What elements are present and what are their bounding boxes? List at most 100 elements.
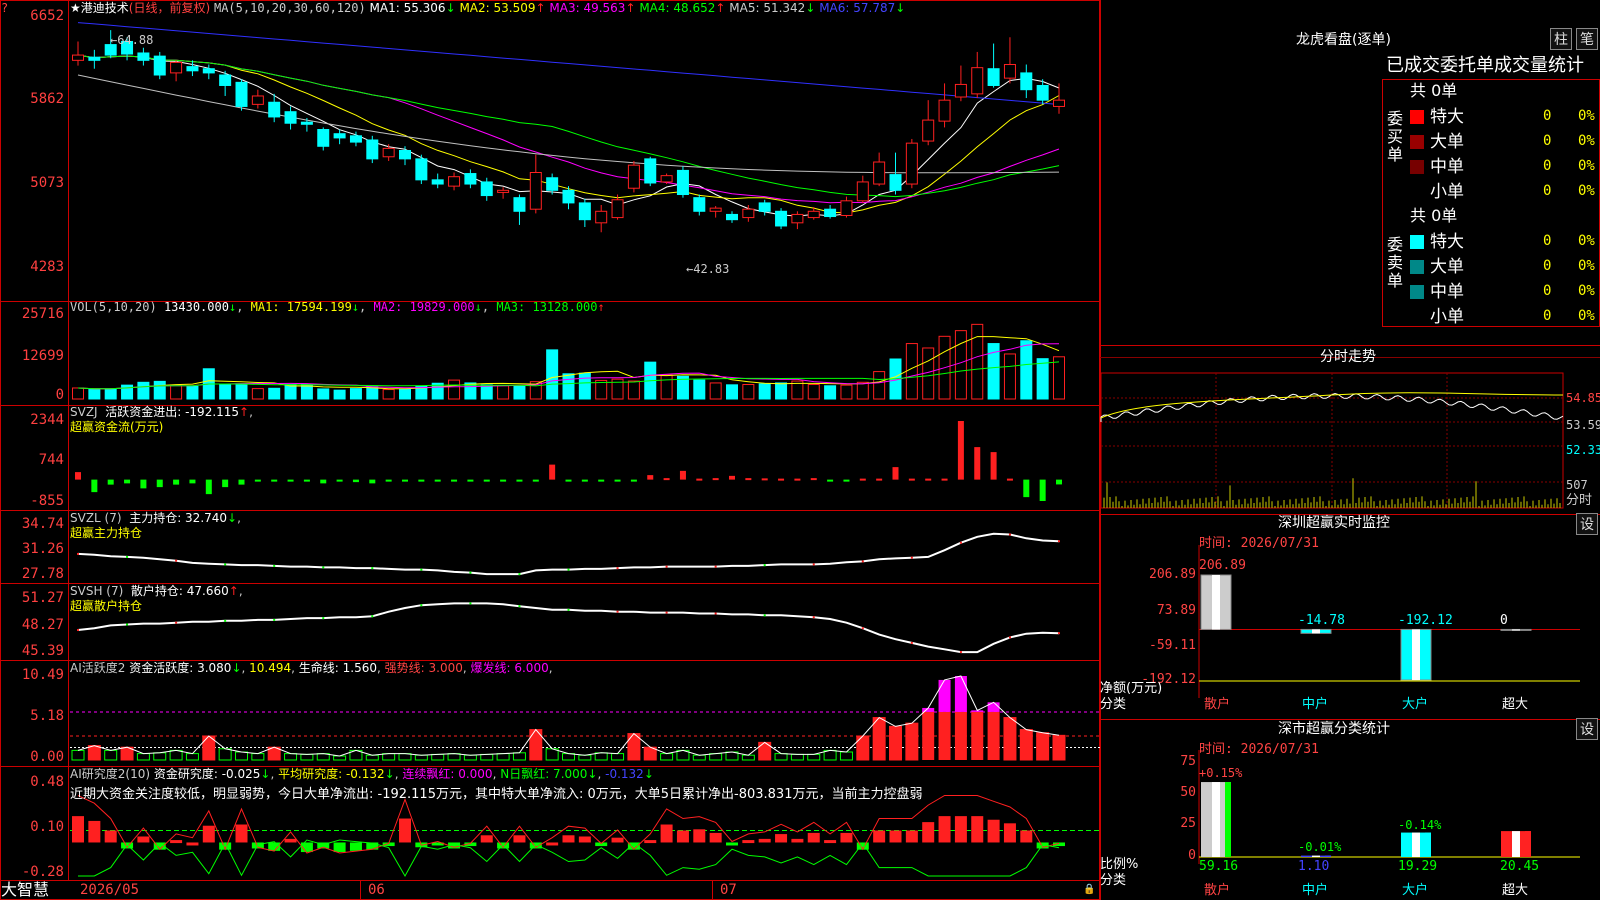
vol-tick-1: 25716 bbox=[21, 306, 64, 322]
activity-bar bbox=[153, 752, 167, 761]
research-bar bbox=[137, 836, 150, 843]
classify-xlabel: 分类 bbox=[1100, 873, 1127, 888]
svzl-line-dot bbox=[567, 568, 570, 571]
activity-bar bbox=[1052, 734, 1066, 761]
dragon-tabs[interactable]: 已成交委托单成交量统计 bbox=[1386, 56, 1584, 76]
volume-bar bbox=[726, 384, 738, 400]
svsh-line-dot bbox=[469, 602, 472, 605]
svsh-line-dot bbox=[1008, 636, 1011, 639]
svzl-line-dot bbox=[126, 555, 129, 558]
monitor-value-1: 206.89 bbox=[1199, 558, 1246, 573]
research-bar bbox=[235, 824, 248, 843]
stock-name[interactable]: ★港迪技术 bbox=[70, 1, 129, 15]
volume-bar bbox=[170, 384, 183, 400]
candle-body bbox=[644, 158, 657, 184]
svsh-tick-2: 48.27 bbox=[21, 617, 64, 633]
candle-body bbox=[840, 200, 853, 216]
svzl-line-dot bbox=[1008, 533, 1011, 536]
svzj-bar bbox=[451, 479, 458, 482]
svzj-bar bbox=[630, 479, 637, 482]
research-bar bbox=[954, 816, 967, 843]
row-count: 0 bbox=[1543, 308, 1552, 324]
row-count: 0 bbox=[1543, 133, 1552, 149]
candle-body bbox=[431, 179, 444, 185]
monitor-ylabel: 净额(万元) bbox=[1100, 681, 1163, 696]
chart-canvas[interactable] bbox=[0, 0, 1600, 900]
candle-body bbox=[889, 174, 902, 191]
svzj-bar bbox=[124, 479, 131, 484]
activity-bar bbox=[692, 754, 706, 761]
svzj-bar bbox=[140, 479, 147, 489]
candle-body bbox=[905, 142, 918, 185]
classify-cat-2: 中户 bbox=[1302, 883, 1329, 898]
intraday-vol-label: 507 bbox=[1566, 478, 1588, 492]
activity-bar-burst bbox=[954, 676, 967, 712]
svsh-line bbox=[77, 602, 1060, 654]
candle-body bbox=[72, 54, 84, 61]
svzl-line-dot bbox=[1058, 540, 1060, 543]
activity-bar bbox=[1036, 732, 1050, 761]
candle-body bbox=[546, 177, 559, 191]
candle-body bbox=[987, 68, 1000, 86]
row-pct: 0% bbox=[1578, 258, 1595, 274]
svzj-bar bbox=[467, 479, 474, 482]
volume-bar bbox=[349, 388, 362, 400]
swatch bbox=[1410, 235, 1424, 249]
activity-bar bbox=[839, 751, 853, 761]
svzj-bar bbox=[712, 478, 719, 481]
svzl-line-dot bbox=[322, 566, 325, 569]
candle-body bbox=[873, 161, 886, 185]
activity-bar bbox=[300, 753, 314, 761]
candle-body bbox=[775, 210, 788, 227]
bar-mode-button[interactable]: 柱 bbox=[1550, 28, 1572, 50]
monitor-settings-button[interactable]: 设 bbox=[1576, 513, 1598, 535]
row-count: 0 bbox=[1543, 233, 1552, 249]
intraday-tick-2: 53.59 bbox=[1566, 418, 1600, 432]
activity-bar bbox=[922, 711, 935, 760]
activity-bar bbox=[709, 753, 723, 761]
monitor-cat-3: 大户 bbox=[1402, 697, 1429, 712]
classify-settings-button[interactable]: 设 bbox=[1576, 718, 1598, 740]
activity-bar bbox=[218, 748, 232, 761]
activity-bar bbox=[104, 749, 118, 761]
svsh-tick-1: 51.27 bbox=[21, 590, 64, 606]
candle-body bbox=[971, 67, 984, 95]
monitor-tick-1: 206.89 bbox=[1149, 567, 1196, 582]
svsh-line-dot bbox=[273, 618, 276, 621]
swatch bbox=[1410, 160, 1424, 174]
activity-bar bbox=[185, 753, 199, 761]
svzl-line-dot bbox=[665, 565, 668, 568]
volume-bar bbox=[317, 388, 330, 400]
svzj-bar bbox=[385, 479, 392, 482]
candle-body bbox=[88, 56, 101, 61]
candle-body bbox=[742, 208, 755, 219]
svzj-bar bbox=[205, 479, 212, 495]
svzj-bar bbox=[679, 470, 686, 480]
classify-bottom-3: 19.29 bbox=[1398, 859, 1438, 874]
volume-bar bbox=[562, 373, 575, 400]
volume-bar bbox=[971, 323, 984, 400]
refresh-icon[interactable]: ? bbox=[1, 1, 8, 15]
volume-bar bbox=[840, 384, 853, 400]
lock-icon[interactable]: 🔒 bbox=[1083, 883, 1095, 897]
ma6-value: MA6: 57.787↓ bbox=[819, 1, 906, 15]
research-bar bbox=[775, 834, 788, 843]
monitor-cat-2: 中户 bbox=[1302, 697, 1329, 712]
buy-label: 委买单 bbox=[1387, 109, 1404, 164]
classify-cat-4: 超大 bbox=[1502, 883, 1529, 898]
sell-row-3: 小单 bbox=[1430, 307, 1464, 327]
svzj-bar bbox=[581, 479, 588, 482]
row-pct: 0% bbox=[1578, 283, 1595, 299]
classify-bar-edge bbox=[1425, 832, 1431, 857]
svzj-bar bbox=[320, 479, 327, 484]
svzj-bar bbox=[402, 479, 408, 482]
classify-bar-shine bbox=[1312, 855, 1320, 857]
svsh-line-dot bbox=[126, 623, 129, 626]
volume-bar bbox=[954, 330, 967, 400]
tick-mode-button[interactable]: 笔 bbox=[1576, 28, 1598, 50]
svzj-tick-2: 744 bbox=[38, 452, 64, 468]
svzj-bar bbox=[352, 479, 359, 483]
brand-label: 大智慧 bbox=[1, 880, 50, 899]
research-bar bbox=[562, 835, 575, 843]
volume-bar bbox=[72, 387, 84, 400]
